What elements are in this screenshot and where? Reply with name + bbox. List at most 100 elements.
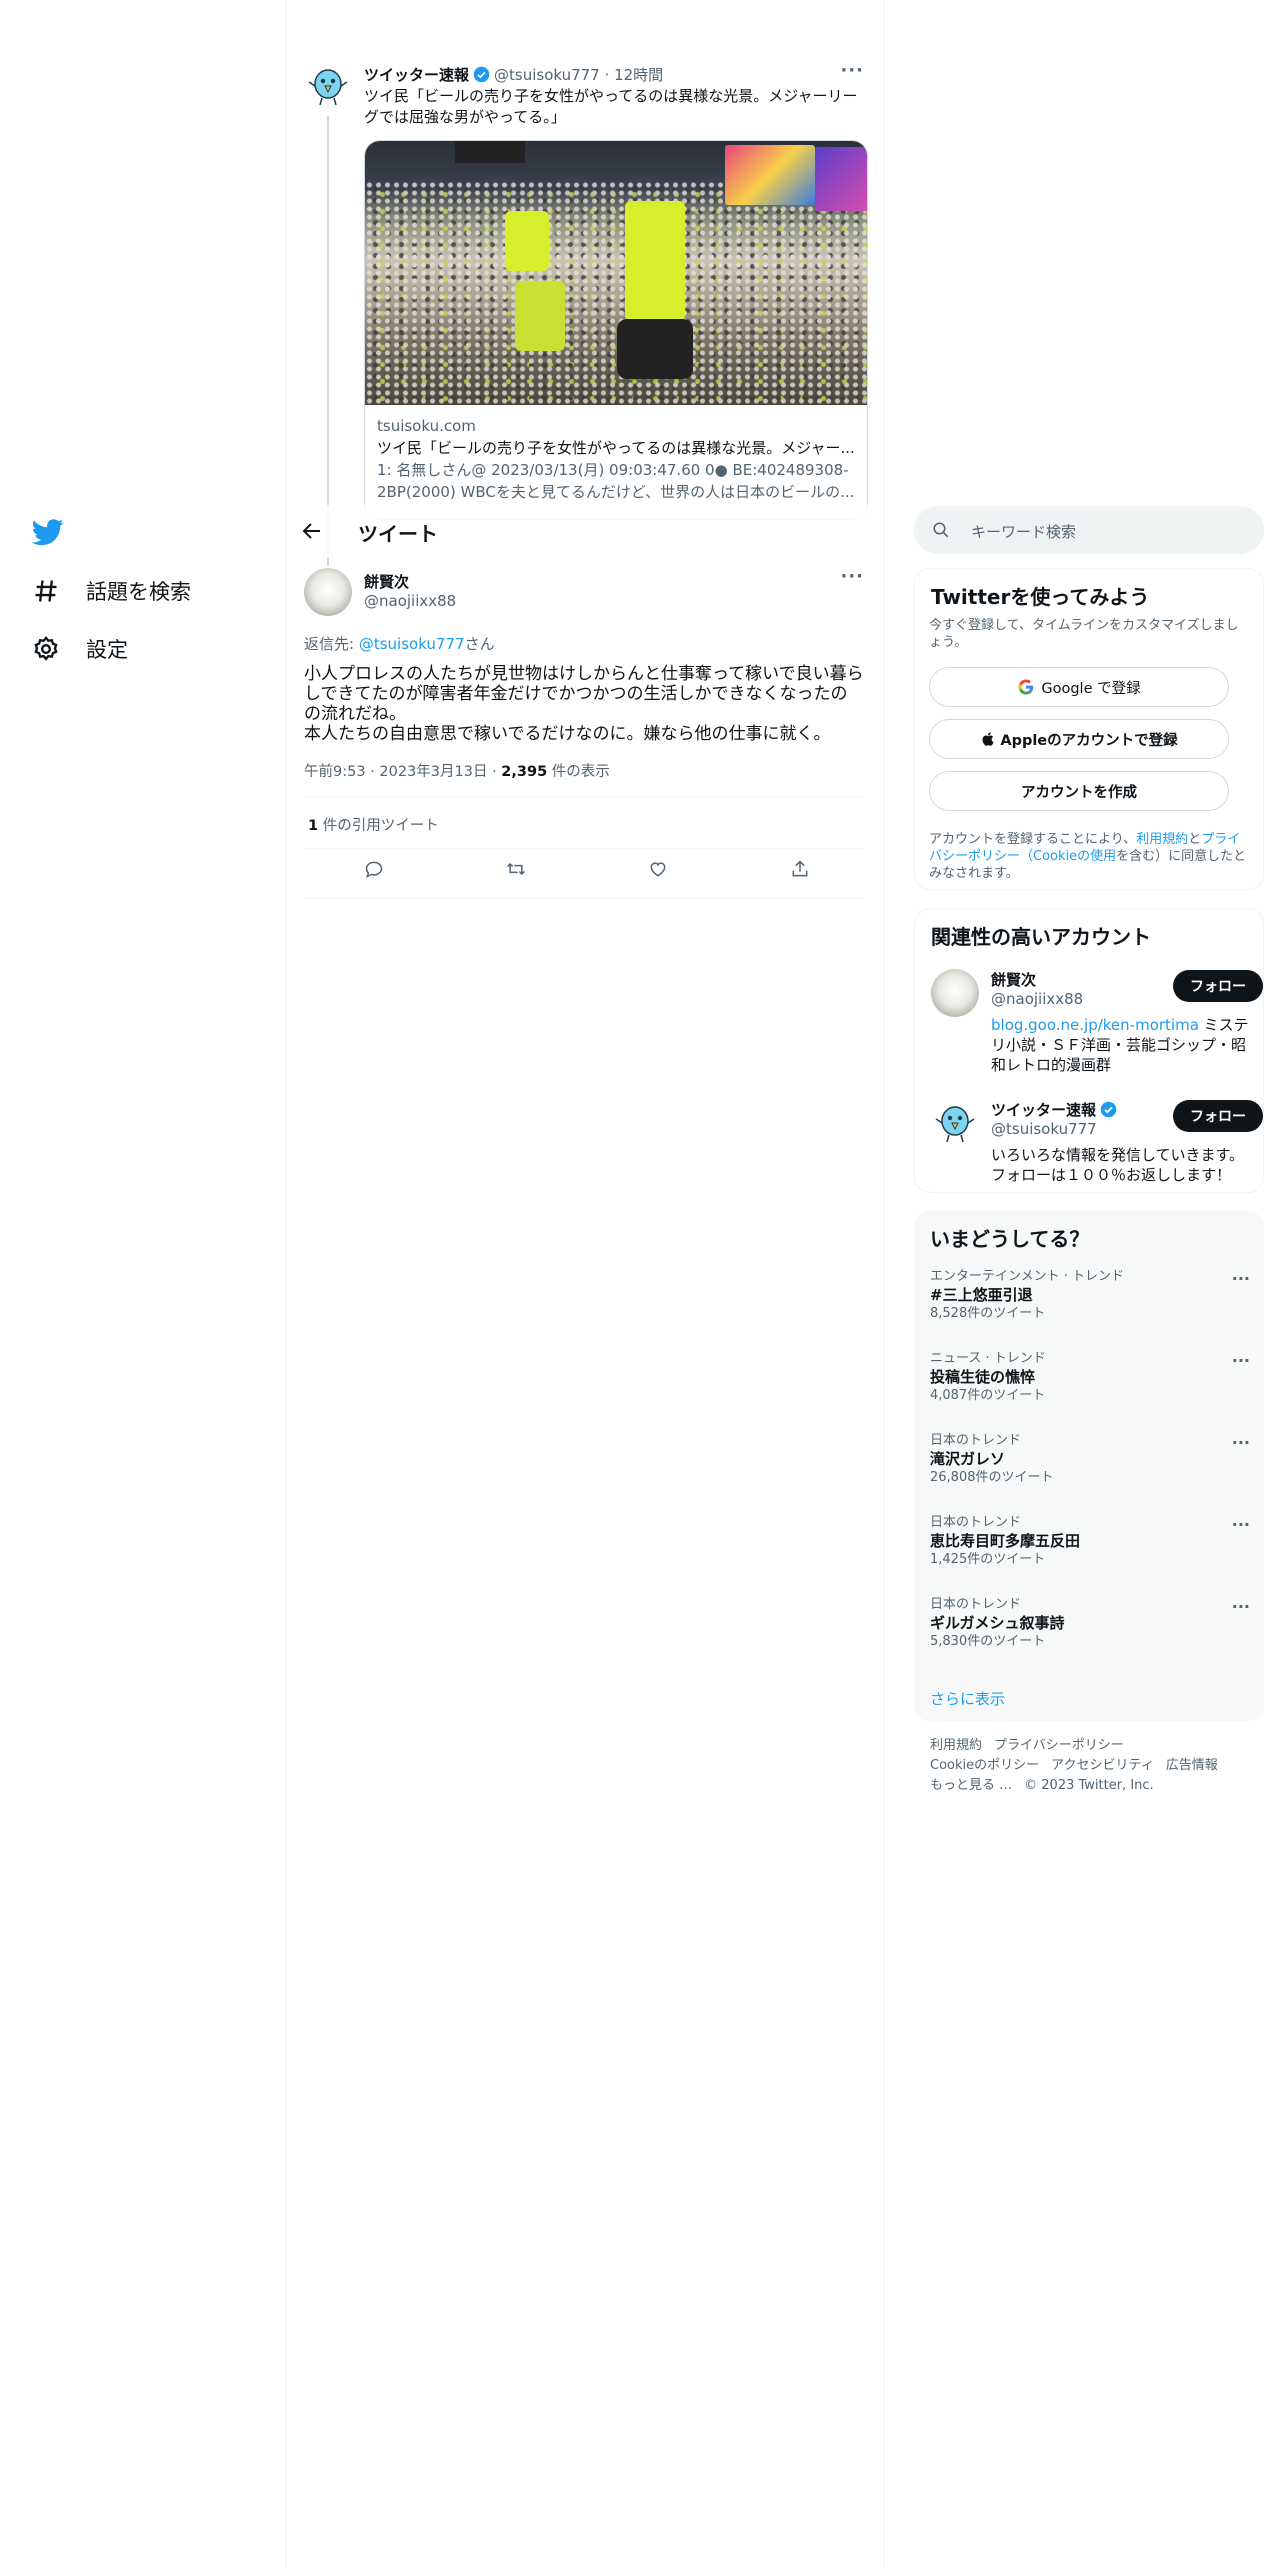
reply-prefix: 返信先:	[304, 635, 359, 653]
bio-link[interactable]: blog.goo.ne.jp/ken-mortima	[991, 1016, 1199, 1034]
tweet-time[interactable]: 午前9:53	[304, 764, 366, 780]
avatar[interactable]	[931, 969, 979, 1017]
tweet-meta: 午前9:53 · 2023年3月13日 · 2,395 件の表示	[304, 764, 610, 780]
more-options-icon[interactable]: ···	[1232, 1351, 1250, 1370]
signup-note: アカウントを登録することにより、利用規約とプライバシーポリシー（Cookieの使…	[929, 831, 1249, 882]
more-options-icon[interactable]: ···	[1232, 1597, 1250, 1616]
terms-link[interactable]: 利用規約	[1136, 832, 1188, 847]
account-handle[interactable]: @tsuisoku777	[991, 1120, 1097, 1138]
nav-settings-label: 設定	[86, 638, 128, 662]
trend-context: エンターテインメント · トレンド	[930, 1269, 1125, 1284]
reply-icon	[365, 861, 383, 878]
footer-link[interactable]: Cookieのポリシー	[930, 1758, 1039, 1773]
trend-title: 投稿生徒の憔悴	[930, 1368, 1036, 1386]
signup-box: Twitterを使ってみよう 今すぐ登録して、タイムラインをカスタマイズしましょ…	[914, 568, 1264, 890]
footer-link[interactable]: 広告情報	[1166, 1758, 1218, 1773]
parent-tweet-header: ツイッター速報 @tsuisoku777 · 12時間	[364, 64, 663, 85]
more-options-icon[interactable]: ···	[1232, 1515, 1250, 1534]
reply-suffix: さん	[464, 635, 495, 653]
separator-dot: ·	[599, 65, 615, 84]
hashtag-icon	[35, 580, 57, 602]
verified-badge-icon	[473, 66, 490, 83]
footer-link[interactable]: 利用規約	[930, 1738, 982, 1753]
trend-count: 8,528件のツイート	[930, 1306, 1046, 1321]
account-bio: blog.goo.ne.jp/ken-mortima ミステリ小説・ＳＦ洋画・芸…	[991, 1015, 1253, 1075]
like-button[interactable]	[648, 859, 672, 883]
back-arrow-icon[interactable]	[300, 519, 324, 543]
trend-item[interactable]: 日本のトレンド 滝沢ガレソ 26,808件のツイート ···	[930, 1433, 1250, 1487]
google-signup-label: Google で登録	[1041, 680, 1141, 697]
more-options-icon[interactable]: ···	[1232, 1433, 1250, 1452]
divider	[304, 898, 864, 899]
reply-mention-link[interactable]: @tsuisoku777	[359, 635, 465, 653]
footer-link[interactable]: アクセシビリティ	[1051, 1758, 1154, 1773]
account-name-row[interactable]: ツイッター速報	[991, 1099, 1121, 1120]
author-handle[interactable]: @tsuisoku777	[494, 66, 600, 84]
avatar[interactable]	[304, 62, 352, 110]
signup-title: Twitterを使ってみよう	[931, 585, 1150, 609]
account-name[interactable]: ツイッター速報	[991, 1099, 1096, 1120]
twitter-logo-icon[interactable]	[30, 516, 66, 548]
trend-context: ニュース · トレンド	[930, 1351, 1046, 1366]
avatar[interactable]	[931, 1099, 979, 1147]
google-signup-button[interactable]: Google で登録	[929, 667, 1229, 707]
retweet-button[interactable]	[506, 859, 530, 883]
link-card[interactable]: tsuisoku.com ツイ民「ビールの売り子を女性がやってるのは異様な光景。…	[364, 140, 868, 520]
author-handle[interactable]: @naojiixx88	[364, 592, 456, 610]
main-header: ツイート	[286, 505, 884, 558]
footer-link[interactable]: プライバシーポリシー	[994, 1738, 1124, 1753]
retweet-icon	[507, 862, 525, 876]
account-handle[interactable]: @naojiixx88	[991, 990, 1083, 1008]
trend-title: 恵比寿目町多摩五反田	[930, 1532, 1081, 1550]
trend-item[interactable]: ニュース · トレンド 投稿生徒の憔悴 4,087件のツイート ···	[930, 1351, 1250, 1405]
nav-explore[interactable]: 話題を検索	[32, 571, 191, 611]
author-name[interactable]: 餅賢次	[364, 571, 409, 592]
card-domain: tsuisoku.com	[377, 417, 476, 435]
trend-context: 日本のトレンド	[930, 1433, 1022, 1448]
views-count: 2,395	[501, 764, 548, 780]
search-input[interactable]: キーワード検索	[914, 506, 1264, 554]
share-icon	[792, 860, 808, 877]
footer-more-link[interactable]: もっと見る …	[930, 1778, 1012, 1793]
reply-to: 返信先: @tsuisoku777さん	[304, 633, 495, 654]
search-icon	[933, 522, 949, 538]
footer: 利用規約 プライバシーポリシー Cookieのポリシー アクセシビリティ 広告情報 も…	[930, 1736, 1260, 1796]
signup-note-prefix: アカウントを登録することにより、	[929, 832, 1137, 847]
nav-settings[interactable]: 設定	[32, 629, 128, 669]
follow-button[interactable]: フォロー	[1173, 970, 1263, 1002]
trend-title: 滝沢ガレソ	[930, 1450, 1006, 1468]
trend-count: 5,830件のツイート	[930, 1634, 1046, 1649]
avatar[interactable]	[304, 568, 352, 616]
share-button[interactable]	[790, 859, 814, 883]
more-options-icon[interactable]: ···	[840, 566, 864, 587]
signup-subtitle: 今すぐ登録して、タイムラインをカスタマイズしましょう。	[929, 618, 1239, 650]
tweet-date[interactable]: 2023年3月13日	[379, 764, 487, 780]
tweet-time[interactable]: 12時間	[614, 64, 663, 85]
heart-icon	[650, 862, 666, 877]
more-options-icon[interactable]: ···	[840, 60, 864, 81]
account-name[interactable]: 餅賢次	[991, 969, 1036, 990]
quote-label: 件の引用ツイート	[318, 818, 439, 834]
focus-tweet-text: 小人プロレスの人たちが見世物はけしからんと仕事奪って稼いで良い暮らしできてたのが…	[304, 664, 864, 744]
thread-line	[327, 116, 329, 566]
account-bio: いろいろな情報を発信していきます。フォローは１００％お返しします！	[991, 1146, 1245, 1184]
author-name[interactable]: ツイッター速報	[364, 64, 469, 85]
trends-title: いまどうしてる？	[930, 1227, 1090, 1251]
follow-button[interactable]: フォロー	[1173, 1100, 1263, 1132]
show-more-link[interactable]: さらに表示	[930, 1688, 1005, 1709]
quote-tweets-link[interactable]: 1 件の引用ツイート	[308, 814, 439, 835]
parent-tweet-text: ツイ民「ビールの売り子を女性がやってるのは異様な光景。メジャーリーグでは屈強な男…	[364, 87, 858, 126]
trend-item[interactable]: 日本のトレンド 恵比寿目町多摩五反田 1,425件のツイート ···	[930, 1515, 1250, 1569]
apple-signup-button[interactable]: Appleのアカウントで登録	[929, 719, 1229, 759]
create-account-button[interactable]: アカウントを作成	[929, 771, 1229, 811]
relevant-title: 関連性の高いアカウント	[931, 925, 1151, 949]
create-account-label: アカウントを作成	[1021, 784, 1137, 801]
relevant-accounts-box: 関連性の高いアカウント 餅賢次 @naojiixx88 フォロー blog.go…	[914, 908, 1264, 1193]
reply-button[interactable]	[364, 859, 388, 883]
gear-icon	[34, 636, 58, 661]
trend-count: 1,425件のツイート	[930, 1552, 1046, 1567]
trend-item[interactable]: 日本のトレンド ギルガメシュ叙事詩 5,830件のツイート ···	[930, 1597, 1250, 1651]
trend-count: 4,087件のツイート	[930, 1388, 1046, 1403]
more-options-icon[interactable]: ···	[1232, 1269, 1250, 1288]
trend-item[interactable]: エンターテインメント · トレンド #三上悠亜引退 8,528件のツイート ··…	[930, 1269, 1250, 1323]
